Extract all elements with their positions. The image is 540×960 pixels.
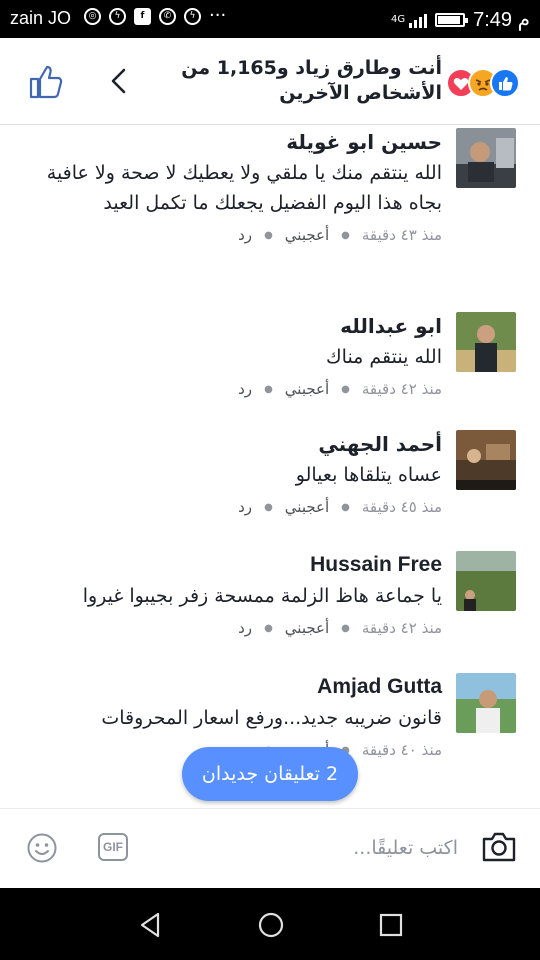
separator-dot: ●: [341, 622, 350, 634]
like-comment-button[interactable]: أعجبني: [285, 380, 329, 398]
comment-author[interactable]: حسين ابو غويلة: [42, 128, 442, 156]
like-thumb-icon[interactable]: [26, 62, 66, 102]
separator-dot: ●: [341, 501, 350, 513]
avatar[interactable]: [456, 312, 516, 372]
messenger-icon: ϟ: [109, 8, 126, 25]
sticker-smiley-icon[interactable]: [26, 832, 58, 864]
comment-time: منذ ٤٥ دقيقة: [361, 498, 442, 516]
recent-apps-square-icon[interactable]: [376, 910, 406, 940]
reactions-header: أنت وطارق زياد و1,165 من الأشخاص الآخرين: [0, 38, 540, 125]
reply-button[interactable]: رد: [238, 498, 252, 516]
camera-icon[interactable]: [480, 829, 518, 865]
comment-body: أحمد الجهني عساه يتلقاها بعيالو منذ ٤٥ د…: [42, 430, 442, 516]
like-comment-button[interactable]: أعجبني: [285, 226, 329, 244]
reply-button[interactable]: رد: [238, 619, 252, 637]
gif-button[interactable]: GIF: [98, 833, 128, 861]
back-triangle-icon[interactable]: [136, 910, 166, 940]
separator-dot: ●: [341, 229, 350, 241]
comment-author[interactable]: Amjad Gutta: [42, 673, 442, 701]
comments-list[interactable]: حسين ابو غويلة الله ينتقم منك يا ملقي ول…: [0, 124, 540, 808]
more-dots-icon: ···: [209, 5, 227, 26]
comment-body: Hussain Free يا جماعة هاظ الزلمة ممسحة ز…: [42, 551, 442, 637]
system-status: 4G م 7:49: [391, 7, 530, 32]
comment-time: منذ ٤٢ دقيقة: [361, 380, 442, 398]
signal-icon: [409, 12, 428, 28]
reactions-summary[interactable]: أنت وطارق زياد و1,165 من الأشخاص الآخرين: [142, 56, 442, 106]
comment-meta: منذ ٤٢ دقيقة ● أعجبني ● رد: [42, 380, 442, 398]
chevron-back-icon[interactable]: [106, 66, 132, 96]
facebook-icon: f: [134, 8, 151, 25]
battery-icon: [435, 12, 469, 27]
comment-composer: GIF: [0, 808, 540, 889]
avatar[interactable]: [456, 551, 516, 611]
comment-meta: منذ ٤٢ دقيقة ● أعجبني ● رد: [42, 619, 442, 637]
comment-meta: منذ ٤٣ دقيقة ● أعجبني ● رد: [42, 226, 442, 244]
comment-author[interactable]: ابو عبدالله: [42, 312, 442, 340]
comment-time: منذ ٤٣ دقيقة: [361, 226, 442, 244]
camera-notification-icon: ◎: [84, 8, 101, 25]
reply-button[interactable]: رد: [238, 226, 252, 244]
separator-dot: ●: [341, 383, 350, 395]
comment-author[interactable]: Hussain Free: [42, 551, 442, 579]
comment-time: منذ ٤٠ دقيقة: [361, 741, 442, 759]
avatar[interactable]: [456, 430, 516, 490]
like-comment-button[interactable]: أعجبني: [285, 619, 329, 637]
comment-text: قانون ضريبه جديد...ورفع اسعار المحروقات: [101, 707, 442, 729]
avatar[interactable]: [456, 128, 516, 188]
like-reaction-icon: [490, 68, 520, 98]
clock: م 7:49: [473, 9, 530, 31]
separator-dot: ●: [264, 622, 273, 634]
home-circle-icon[interactable]: [256, 910, 286, 940]
reply-button[interactable]: رد: [238, 380, 252, 398]
comment-text: الله ينتقم منك يا ملقي ولا يعطيك لا صحة …: [46, 162, 442, 214]
comment-author[interactable]: أحمد الجهني: [42, 430, 442, 458]
carrier-label: zain JO: [10, 8, 72, 28]
reaction-icons[interactable]: [446, 68, 520, 98]
comment-body: حسين ابو غويلة الله ينتقم منك يا ملقي ول…: [42, 128, 442, 244]
separator-dot: ●: [264, 383, 273, 395]
comment-input[interactable]: [160, 827, 460, 869]
comment-meta: منذ ٤٥ دقيقة ● أعجبني ● رد: [42, 498, 442, 516]
whatsapp-icon: ✆: [159, 8, 176, 25]
separator-dot: ●: [264, 229, 273, 241]
status-bar: zain JO ◎ ϟ f ✆ ϟ ··· 4G م 7:49: [0, 0, 540, 38]
comment-text: يا جماعة هاظ الزلمة ممسحة زفر بجيبوا غير…: [82, 585, 442, 607]
like-comment-button[interactable]: أعجبني: [285, 498, 329, 516]
separator-dot: ●: [264, 501, 273, 513]
comment-text: عساه يتلقاها بعيالو: [295, 464, 442, 486]
notification-icons: ◎ ϟ f ✆ ϟ ···: [84, 5, 227, 26]
messenger-icon: ϟ: [184, 8, 201, 25]
android-nav-bar: [0, 888, 540, 960]
comment-body: ابو عبدالله الله ينتقم مناك منذ ٤٢ دقيقة…: [42, 312, 442, 398]
comment-time: منذ ٤٢ دقيقة: [361, 619, 442, 637]
avatar[interactable]: [456, 673, 516, 733]
comment-text: الله ينتقم مناك: [326, 346, 442, 368]
battery-level: [438, 15, 460, 24]
network-type: 4G: [390, 14, 406, 25]
new-comments-button[interactable]: 2 تعليقان جديدان: [182, 747, 358, 801]
